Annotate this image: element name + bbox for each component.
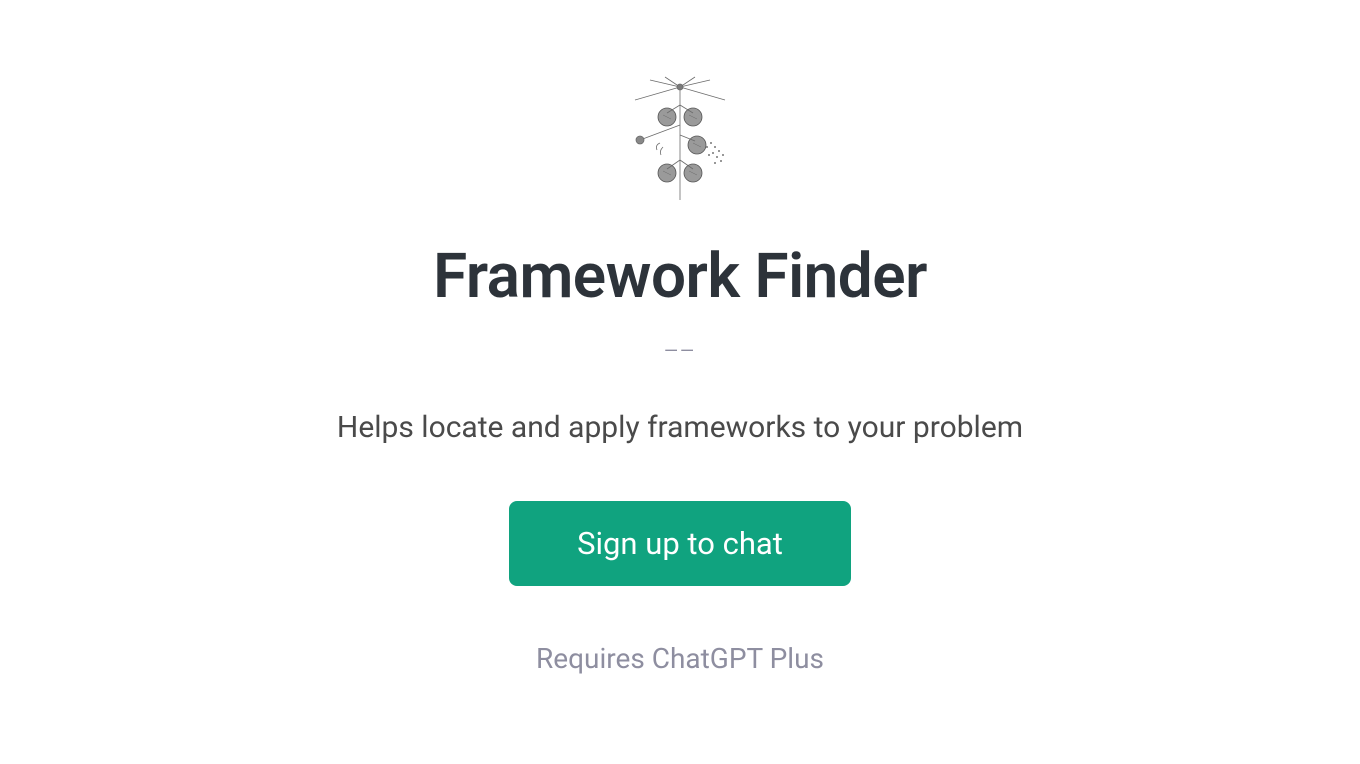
sign-up-button[interactable]: Sign up to chat <box>509 501 851 586</box>
requirement-notice: Requires ChatGPT Plus <box>536 642 824 675</box>
botanical-sketch-icon <box>615 75 745 205</box>
author-line: —— <box>664 341 696 362</box>
page-title: Framework Finder <box>433 240 927 313</box>
app-description: Helps locate and apply frameworks to you… <box>337 410 1023 445</box>
app-logo <box>610 70 750 210</box>
